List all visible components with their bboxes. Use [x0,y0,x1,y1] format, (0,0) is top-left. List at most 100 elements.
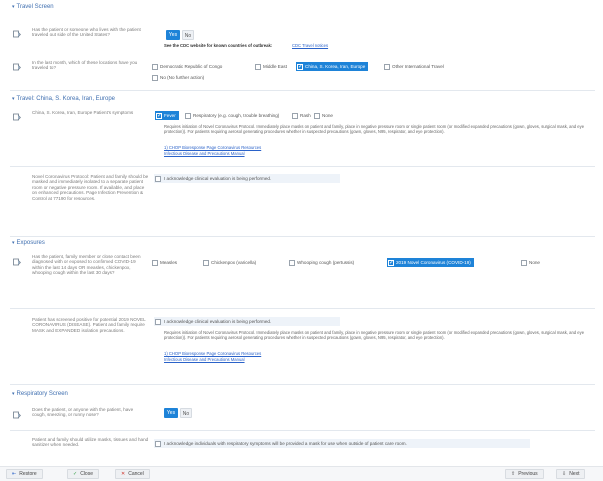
checkbox-congo[interactable]: Democratic Republic of Congo [152,62,222,71]
restore-label: Restore [19,471,37,477]
checkbox-china-korea-iran-europe[interactable]: China, S. Korea, Iran, Europe [296,62,369,71]
checkbox-box [289,259,295,266]
collapse-chevron-icon: ▾ [12,4,15,10]
questionnaire-icon [13,63,21,71]
precautions-manual-link[interactable]: Infectious Disease and Precautions Manua… [164,357,245,362]
yes-button[interactable]: Yes [164,408,178,418]
checkbox-label: 2019 Novel Coronavirus (COVID-19) [396,260,471,265]
section-title: Travel Screen [16,4,54,10]
checkbox-box [152,74,158,81]
chop-resources-link[interactable]: 1) CHOP Bioresponse Page Coronavirus Res… [164,145,261,150]
checkbox-label: No (No further action) [160,75,205,80]
down-arrow-icon: ⇩ [562,471,567,477]
question-symptoms: China, S. Korea, Iran, Europe Patient's … [32,110,134,115]
question-locations-traveled: In the last month, which of these locati… [32,60,138,71]
ack-clinical-evaluation[interactable]: I acknowledge clinical evaluation is bei… [154,174,340,183]
divider [10,308,595,309]
checkbox-box [388,259,394,266]
section-title: Respiratory Screen [16,391,68,397]
restore-icon: ⇤ [12,471,17,477]
checkbox-fever[interactable]: Fever [155,111,179,120]
checkbox-label: Democratic Republic of Congo [160,64,223,69]
checkbox-box [255,63,261,70]
checkbox-box [152,259,158,266]
checkbox-box [203,259,209,266]
up-arrow-icon: ⇧ [511,471,516,477]
checkbox-label: None [322,113,333,118]
question-traveled-outside-us: Has the patient or someone who lives wit… [32,27,141,38]
checkbox-rash[interactable]: Rash [292,111,311,120]
questionnaire-icon [13,411,21,419]
section-title: Exposures [16,240,45,246]
checkbox-respiratory[interactable]: Respiratory (e.g. cough, trouble breathi… [185,111,279,120]
protocol-instructions: Novel Coronavirus Protocol: Patient and … [32,174,149,201]
protocol-note: Requires initiation of Novel Coronavirus… [164,124,585,134]
checkbox-label: Rash [300,113,311,118]
close-label: Close [80,471,93,477]
divider [10,384,595,385]
collapse-chevron-icon: ▾ [12,391,15,397]
checkbox-box [155,440,161,447]
section-exposures[interactable]: ▾ Exposures [12,240,45,246]
checkbox-label: Whooping cough (pertussis) [297,260,355,265]
precautions-manual-link[interactable]: Infectious Disease and Precautions Manua… [164,151,245,156]
divider [10,430,595,431]
question-exposures: Has the patient, family member or close … [32,254,141,276]
section-travel-screen[interactable]: ▾ Travel Screen [12,4,54,10]
ack-mask-provided[interactable]: I acknowledge individuals with respirato… [154,439,530,448]
checkbox-label: Middle East [263,64,288,69]
checkmark-icon: ✓ [73,471,78,477]
next-button[interactable]: ⇩ Next [556,469,586,479]
checkbox-box [155,175,161,182]
x-icon: ✕ [121,471,126,477]
restore-button[interactable]: ⇤ Restore [6,469,43,479]
questionnaire-icon [13,258,21,266]
checkbox-measles[interactable]: Measles [152,258,177,267]
ack-label: I acknowledge individuals with respirato… [164,441,407,446]
checkbox-label: Chickenpox (varicella) [211,260,257,265]
cdc-travel-link[interactable]: CDC Travel notices [292,43,328,48]
section-title: Travel: China, S. Korea, Iran, Europe [16,96,116,102]
checkbox-label: Respiratory (e.g. cough, trouble breathi… [193,113,280,118]
checkbox-box [521,259,527,266]
checkbox-chickenpox[interactable]: Chickenpox (varicella) [203,258,256,267]
checkbox-box [155,318,161,325]
checkbox-middle-east[interactable]: Middle East [255,62,287,71]
checkbox-box [297,63,303,70]
checkbox-box [156,112,162,119]
ack-clinical-evaluation[interactable]: I acknowledge clinical evaluation is bei… [154,317,340,326]
divider [10,166,595,167]
questionnaire-icon [13,30,21,38]
cancel-label: Cancel [128,471,144,477]
close-button[interactable]: ✓ Close [67,469,99,479]
checkbox-box [185,112,191,119]
checkbox-label: Fever [164,113,176,118]
cancel-button[interactable]: ✕ Cancel [115,469,150,479]
collapse-chevron-icon: ▾ [12,240,15,246]
section-travel-china[interactable]: ▾ Travel: China, S. Korea, Iran, Europe [12,96,115,102]
checkbox-covid-19[interactable]: 2019 Novel Coronavirus (COVID-19) [387,258,474,267]
checkbox-label: Other International Travel [392,64,444,69]
previous-button[interactable]: ⇧ Previous [505,469,544,479]
checkbox-whooping-cough[interactable]: Whooping cough (pertussis) [289,258,354,267]
checkbox-label: Measles [160,260,178,265]
section-respiratory[interactable]: ▾ Respiratory Screen [12,391,68,397]
questionnaire-icon [13,113,21,121]
chop-resources-link[interactable]: 1) CHOP Bioresponse Page Coronavirus Res… [164,351,261,356]
ack-label: I acknowledge clinical evaluation is bei… [164,319,272,324]
mask-instructions: Patient and family should utilize masks,… [32,437,149,448]
no-button[interactable]: No [182,30,194,40]
checkbox-none[interactable]: None [521,258,540,267]
yes-button[interactable]: Yes [166,30,180,40]
cdc-hint-text: See the CDC website for known countries … [164,43,273,48]
checkbox-no-travel[interactable]: No (No further action) [152,73,204,82]
checkbox-box [152,63,158,70]
no-button[interactable]: No [180,408,192,418]
protocol-note: Requires initiation of Novel Coronavirus… [164,330,585,340]
previous-label: Previous [518,471,538,477]
checkbox-other-international[interactable]: Other International Travel [384,62,444,71]
ack-label: I acknowledge clinical evaluation is bei… [164,176,272,181]
collapse-chevron-icon: ▾ [12,96,15,102]
cdc-hint: See the CDC website for known countries … [164,43,272,48]
checkbox-none[interactable]: None [314,111,333,120]
